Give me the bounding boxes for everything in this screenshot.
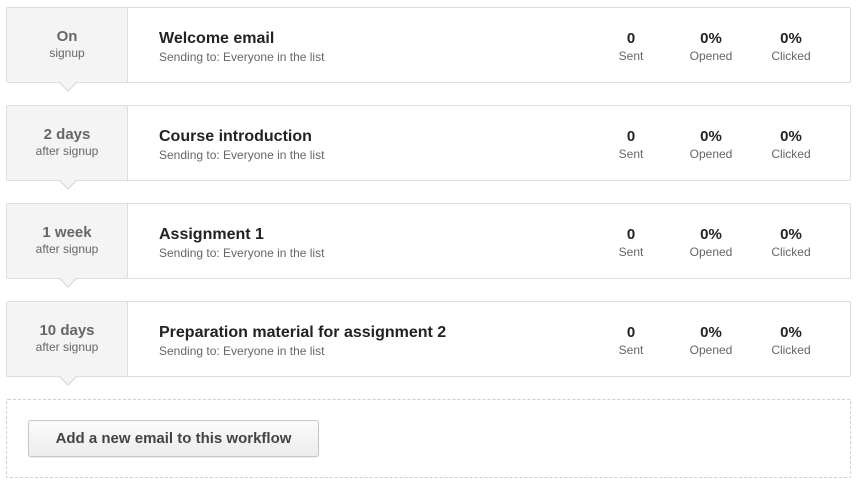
email-card[interactable]: On signup Welcome email Sending to: Ever… [6,7,851,92]
stat-clicked-value: 0% [780,324,802,341]
email-recipients: Sending to: Everyone in the list [159,246,325,260]
email-info: Preparation material for assignment 2 Se… [159,323,446,359]
email-recipients: Sending to: Everyone in the list [159,50,325,64]
stat-sent-label: Sent [618,147,644,161]
stat-sent-value: 0 [626,128,636,145]
delay-panel: 2 days after signup [7,106,128,190]
email-recipients: Sending to: Everyone in the list [159,344,325,358]
stat-sent-value: 0 [626,324,636,341]
delay-amount: 10 days [39,322,95,339]
stat-opened: 0% Opened [676,323,746,358]
stat-clicked: 0% Clicked [756,323,826,358]
delay-panel: On signup [7,8,128,92]
stat-sent-label: Sent [618,49,644,63]
delay-unit: after signup [35,340,99,354]
delay-arrow-icon [58,81,78,92]
delay-unit: signup [49,46,85,60]
delay-amount: 2 days [43,126,91,143]
add-email-button[interactable]: Add a new email to this workflow [28,420,319,457]
stat-opened-label: Opened [689,343,733,357]
delay-panel: 1 week after signup [7,204,128,288]
email-recipients: Sending to: Everyone in the list [159,148,325,162]
delay-arrow-icon [58,277,78,288]
stat-clicked-value: 0% [780,128,802,145]
stat-sent-label: Sent [618,343,644,357]
stat-clicked: 0% Clicked [756,29,826,64]
email-info: Welcome email Sending to: Everyone in th… [159,29,324,65]
stat-opened-label: Opened [689,49,733,63]
stat-opened-value: 0% [700,128,722,145]
delay-arrow-icon [58,375,78,386]
email-title[interactable]: Preparation material for assignment 2 [159,323,446,343]
stat-opened-value: 0% [700,324,722,341]
delay-unit: after signup [35,144,99,158]
delay-unit: after signup [35,242,99,256]
stat-sent: 0 Sent [596,127,666,162]
stat-opened-value: 0% [700,226,722,243]
stat-clicked-label: Clicked [771,245,811,259]
stat-sent: 0 Sent [596,29,666,64]
workflow-email-list: On signup Welcome email Sending to: Ever… [0,0,860,488]
stat-clicked-label: Clicked [771,343,811,357]
stat-clicked: 0% Clicked [756,127,826,162]
stat-opened-value: 0% [700,30,722,47]
email-info: Assignment 1 Sending to: Everyone in the… [159,225,324,261]
stat-sent-label: Sent [618,245,644,259]
email-info: Course introduction Sending to: Everyone… [159,127,324,163]
stat-sent-value: 0 [626,30,636,47]
email-title[interactable]: Course introduction [159,127,324,147]
delay-panel: 10 days after signup [7,302,128,386]
stat-clicked-value: 0% [780,30,802,47]
delay-amount: 1 week [42,224,92,241]
stat-sent: 0 Sent [596,323,666,358]
email-card[interactable]: 2 days after signup Course introduction … [6,105,851,190]
email-card[interactable]: 1 week after signup Assignment 1 Sending… [6,203,851,288]
email-title[interactable]: Welcome email [159,29,324,49]
email-title[interactable]: Assignment 1 [159,225,324,245]
delay-arrow-icon [58,179,78,190]
stat-sent-value: 0 [626,226,636,243]
stat-clicked-label: Clicked [771,147,811,161]
email-card[interactable]: 10 days after signup Preparation materia… [6,301,851,386]
stat-opened-label: Opened [689,147,733,161]
delay-amount: On [56,28,78,45]
add-email-area: Add a new email to this workflow [6,399,851,478]
stat-opened: 0% Opened [676,29,746,64]
stat-opened: 0% Opened [676,225,746,260]
stat-clicked-label: Clicked [771,49,811,63]
stat-clicked: 0% Clicked [756,225,826,260]
stat-opened-label: Opened [689,245,733,259]
stat-sent: 0 Sent [596,225,666,260]
stat-opened: 0% Opened [676,127,746,162]
stat-clicked-value: 0% [780,226,802,243]
